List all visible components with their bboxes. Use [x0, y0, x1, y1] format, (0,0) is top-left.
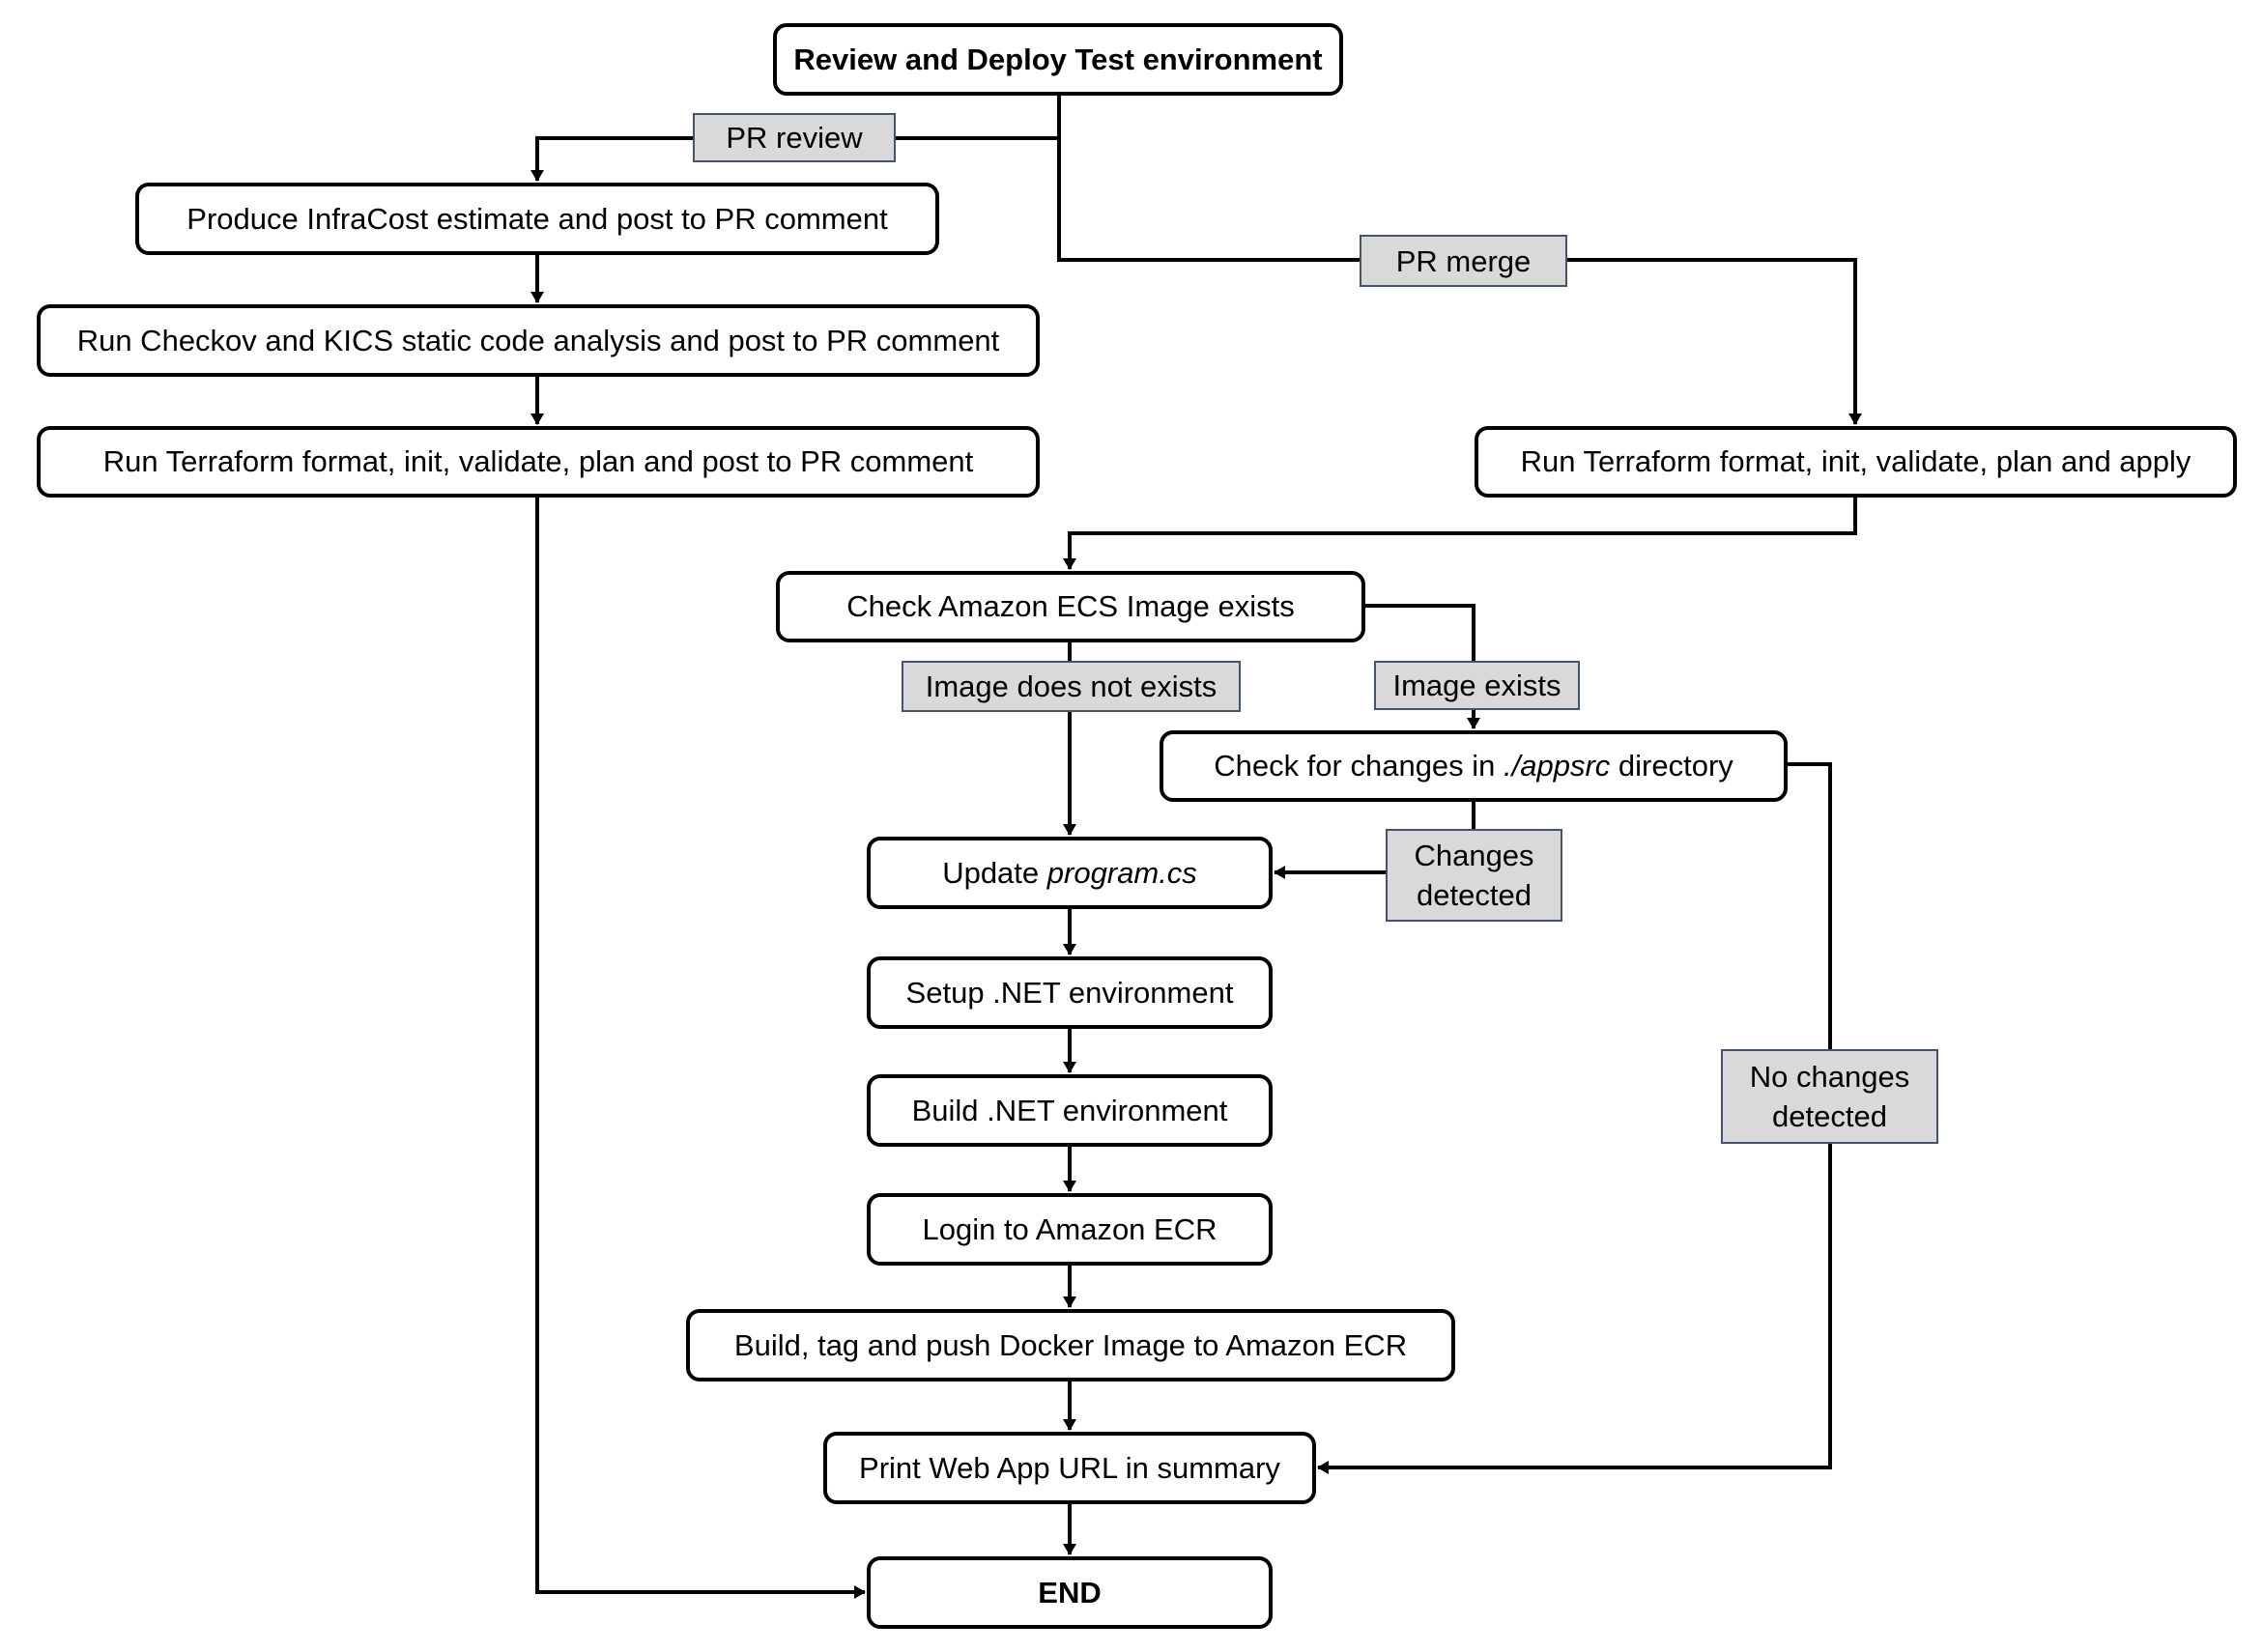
label-image-exists: Image exists: [1374, 661, 1580, 710]
label-changes-detected-line2: detected: [1417, 878, 1532, 912]
node-build-push-text: Build, tag and push Docker Image to Amaz…: [733, 1327, 1408, 1362]
node-update-program-text: Update program.cs: [942, 856, 1197, 891]
label-no-changes-detected: No changes detected: [1721, 1049, 1938, 1144]
label-pr-merge-text: PR merge: [1395, 243, 1532, 278]
node-infracost-text: Produce InfraCost estimate and post to P…: [186, 201, 888, 236]
label-pr-review: PR review: [693, 113, 896, 162]
node-start-text: Review and Deploy Test environment: [793, 42, 1323, 76]
label-image-not-exists: Image does not exists: [902, 661, 1241, 712]
label-no-changes-line1: No changes: [1749, 1060, 1910, 1094]
node-terraform-apply-text: Run Terraform format, init, validate, pl…: [1520, 444, 2191, 478]
node-print-url-text: Print Web App URL in summary: [859, 1450, 1280, 1485]
node-update-program: Update program.cs: [867, 837, 1273, 909]
node-checkov-text: Run Checkov and KICS static code analysi…: [76, 323, 1000, 357]
node-check-ecs-text: Check Amazon ECS Image exists: [846, 589, 1295, 623]
node-end: END: [867, 1556, 1273, 1629]
label-changes-detected: Changes detected: [1386, 829, 1562, 922]
label-image-not-exists-text: Image does not exists: [925, 669, 1217, 703]
node-setup-net: Setup .NET environment: [867, 956, 1273, 1029]
node-build-net-text: Build .NET environment: [911, 1093, 1228, 1127]
node-check-ecs: Check Amazon ECS Image exists: [776, 571, 1365, 642]
node-terraform-apply: Run Terraform format, init, validate, pl…: [1475, 426, 2237, 498]
update-prefix: Update: [942, 855, 1047, 890]
edge-terraform-pr-to-end: [535, 498, 866, 1599]
label-no-changes-line2: detected: [1772, 1099, 1887, 1133]
node-infracost: Produce InfraCost estimate and post to P…: [135, 183, 939, 255]
node-checkov: Run Checkov and KICS static code analysi…: [37, 304, 1040, 377]
node-build-net: Build .NET environment: [867, 1074, 1273, 1147]
check-changes-path: ./appsrc: [1504, 749, 1611, 783]
node-build-push: Build, tag and push Docker Image to Amaz…: [686, 1309, 1455, 1381]
node-login-ecr-text: Login to Amazon ECR: [922, 1211, 1217, 1246]
edge-terraform-apply-to-check-ecs: [1063, 498, 1857, 570]
node-print-url: Print Web App URL in summary: [823, 1432, 1316, 1504]
node-setup-net-text: Setup .NET environment: [905, 975, 1234, 1010]
check-changes-prefix: Check for changes in: [1214, 749, 1504, 783]
node-terraform-pr-text: Run Terraform format, init, validate, pl…: [102, 444, 974, 478]
check-changes-suffix: directory: [1610, 749, 1733, 783]
node-check-changes: Check for changes in ./appsrc directory: [1160, 730, 1788, 802]
label-image-exists-text: Image exists: [1392, 669, 1561, 702]
node-login-ecr: Login to Amazon ECR: [867, 1193, 1273, 1266]
node-terraform-pr: Run Terraform format, init, validate, pl…: [37, 426, 1040, 498]
label-pr-review-text: PR review: [726, 121, 863, 155]
node-check-changes-text: Check for changes in ./appsrc directory: [1214, 749, 1733, 783]
label-pr-merge: PR merge: [1360, 235, 1567, 287]
node-end-text: END: [1038, 1575, 1102, 1609]
node-start: Review and Deploy Test environment: [773, 23, 1343, 96]
label-changes-detected-line1: Changes: [1414, 839, 1534, 872]
update-file: program.cs: [1046, 855, 1197, 890]
